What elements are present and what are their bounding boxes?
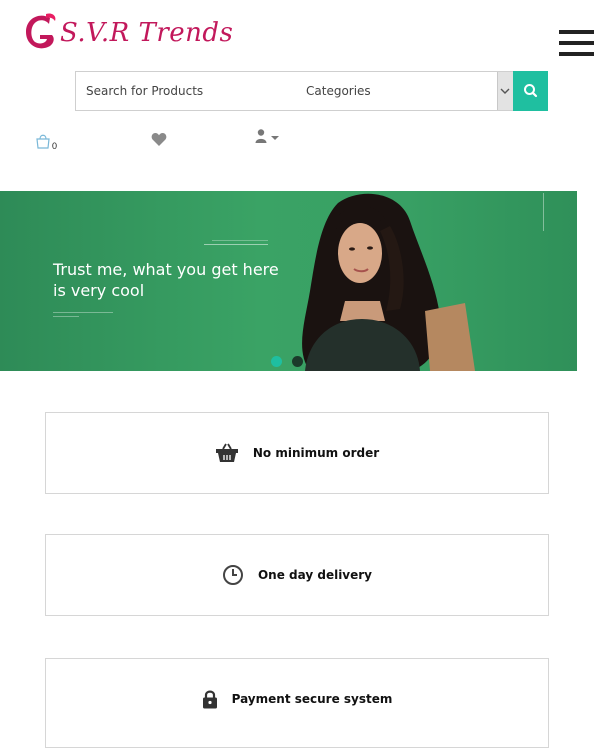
model-photo bbox=[302, 193, 475, 371]
banner-headline: Trust me, what you get here is very cool bbox=[53, 260, 279, 300]
logo[interactable]: S.V.R Trends bbox=[22, 12, 233, 58]
search-button[interactable] bbox=[513, 71, 548, 111]
logo-text: S.V.R Trends bbox=[60, 18, 234, 48]
logo-mark-icon bbox=[26, 13, 56, 49]
search-icon bbox=[524, 84, 538, 98]
user-icon bbox=[255, 129, 279, 143]
feature-label: One day delivery bbox=[257, 568, 373, 582]
cart-count: 0 bbox=[52, 141, 58, 151]
hamburger-menu-icon[interactable] bbox=[559, 30, 594, 58]
feature-label: No minimum order bbox=[252, 446, 380, 460]
slider-dot-2[interactable] bbox=[292, 356, 303, 367]
lock-icon bbox=[202, 689, 218, 709]
feature-label: Payment secure system bbox=[231, 692, 393, 706]
search-bar: Categories bbox=[75, 71, 548, 111]
heart-icon[interactable] bbox=[151, 132, 167, 147]
hero-banner: Trust me, what you get here is very cool bbox=[0, 191, 577, 371]
feature-card: No minimum order bbox=[45, 412, 549, 494]
basket-icon bbox=[215, 443, 239, 463]
categories-select[interactable]: Categories bbox=[291, 72, 497, 110]
search-input[interactable] bbox=[76, 72, 291, 110]
feature-card: One day delivery bbox=[45, 534, 549, 616]
account-dropdown[interactable] bbox=[255, 128, 283, 144]
chevron-down-icon[interactable] bbox=[497, 72, 513, 110]
slider-dot-1[interactable] bbox=[271, 356, 282, 367]
clock-icon bbox=[222, 564, 244, 586]
